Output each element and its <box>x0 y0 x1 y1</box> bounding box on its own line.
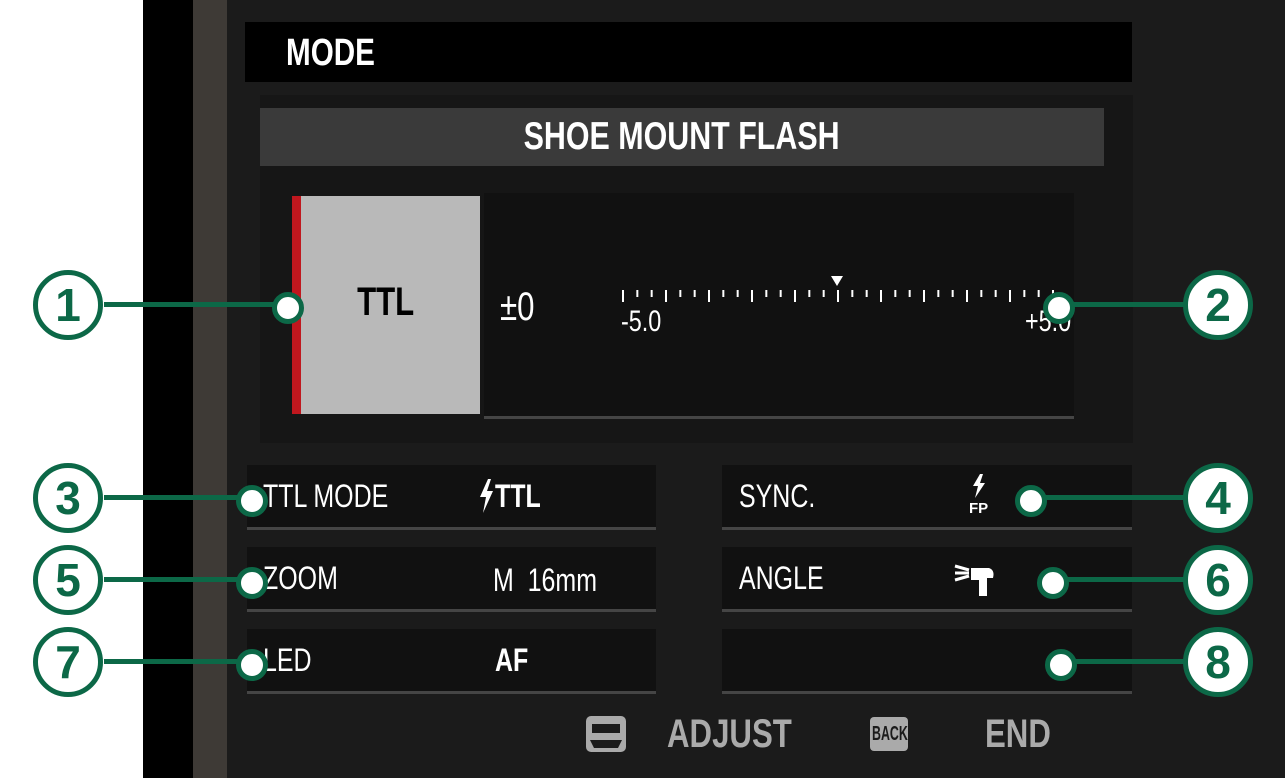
callout-8-line <box>1060 659 1190 664</box>
scale-min-label: -5.0 <box>621 305 662 338</box>
callout-3-dot <box>236 485 268 517</box>
fp-label: FP <box>969 500 989 517</box>
led-value: AF <box>495 642 529 678</box>
page-title: MODE <box>286 32 375 74</box>
compensation-value: ±0 <box>500 285 535 329</box>
callout-1-marker: 1 <box>33 270 103 340</box>
compensation-scale <box>622 276 1054 302</box>
ttl-mode-value: TTL <box>495 478 541 514</box>
callout-4-marker: 4 <box>1183 463 1253 533</box>
callout-7-line <box>104 659 244 664</box>
callout-6-marker: 6 <box>1183 545 1253 615</box>
callout-2-dot <box>1043 292 1075 324</box>
adjust-label: ADJUST <box>667 712 792 756</box>
callout-5-line <box>104 577 244 582</box>
angle-label: ANGLE <box>739 560 824 596</box>
callout-6-dot <box>1037 567 1069 599</box>
flash-icon <box>480 479 493 513</box>
scale-indicator-icon <box>831 276 843 286</box>
zoom-value: M 16mm <box>493 562 598 598</box>
callout-5-marker: 5 <box>33 545 103 615</box>
flash-type-heading: SHOE MOUNT FLASH <box>523 115 841 158</box>
callout-7-marker: 7 <box>33 627 103 697</box>
callout-2-line <box>1060 302 1190 307</box>
callout-3-marker: 3 <box>33 463 103 533</box>
ttl-mode-label: TTL MODE <box>263 478 389 514</box>
back-label: BACK <box>872 723 908 745</box>
scale-ticks <box>622 290 1054 302</box>
callout-7-dot <box>236 649 268 681</box>
callout-2-marker: 2 <box>1183 270 1253 340</box>
command-dial-icon <box>586 716 626 752</box>
sync-label: SYNC. <box>739 478 816 514</box>
callout-8-marker: 8 <box>1183 627 1253 697</box>
fp-flash-sync-icon <box>973 474 985 498</box>
callout-3-line <box>104 495 244 500</box>
callout-6-line <box>1060 577 1190 582</box>
callout-8-dot <box>1045 649 1077 681</box>
callout-1-line <box>104 302 284 307</box>
end-label: END <box>985 712 1051 756</box>
flash-angle-icon <box>954 564 994 596</box>
callout-4-dot <box>1015 485 1047 517</box>
callout-4-line <box>1030 495 1190 500</box>
led-label: LED <box>263 642 312 678</box>
callout-1-dot <box>272 292 304 324</box>
zoom-label: ZOOM <box>263 560 338 596</box>
callout-5-dot <box>236 567 268 599</box>
flash-mode-value: TTL <box>357 280 415 324</box>
